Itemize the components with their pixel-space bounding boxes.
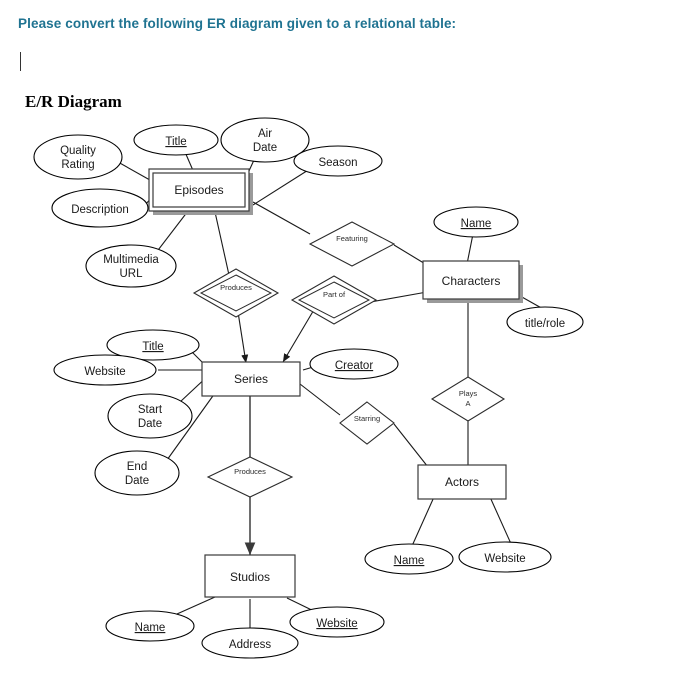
edge-starring-actors [393,423,429,468]
entity-characters: Characters [422,260,523,303]
relationship-label: Featuring [336,234,368,243]
attribute-label: Start [138,404,163,416]
relationship-label: Produces [234,467,266,476]
attribute-creator: Creator [309,348,399,380]
attribute-season: Season [293,145,383,177]
attribute-quality-rating: Quality Rating [33,134,123,180]
attribute-label: Description [71,204,129,216]
relationship-featuring: Featuring [308,221,396,267]
edge-episodes-season [252,166,314,206]
relationship-label: A [465,399,470,408]
entity-series: Series [201,361,301,397]
edge-produces-series [237,311,249,364]
attribute-air-date: Air Date [220,117,310,163]
relationship-produces-upper: Produces [192,268,280,318]
attribute-label: Name [461,218,492,230]
attribute-studios-name: Name [105,610,195,642]
attribute-title-role: title/role [506,306,584,338]
text-caret [20,52,21,71]
attribute-series-website: Website [53,354,157,386]
edge-featuring-characters [393,244,428,266]
edge-episodes-featuring [252,201,311,235]
attribute-label: Name [135,622,166,634]
entity-label: Characters [442,274,501,288]
edge-actors-website [489,496,513,547]
attribute-label: Multimedia [103,254,159,266]
relationship-plays-a: Plays A [430,376,506,422]
entity-label: Actors [445,475,479,489]
attribute-start-date: Start Date [107,393,193,439]
er-diagram-canvas: Quality Rating Title Air Date Season Des… [33,117,584,659]
attribute-label: Date [125,475,149,487]
relationship-part-of: Part of [290,275,378,325]
edge-actors-name [411,496,435,547]
attribute-label: Website [84,366,125,378]
edge-characters-name [466,233,474,265]
prompt-text: Please convert the following ER diagram … [18,16,457,31]
attribute-label: Website [316,618,357,630]
page-title: E/R Diagram [25,92,122,111]
attribute-label: Title [142,341,163,353]
entity-actors: Actors [417,464,507,500]
attribute-label: Address [229,639,271,651]
attribute-studios-address: Address [201,627,299,659]
attribute-label: title/role [525,318,565,330]
entity-studios: Studios [204,554,296,598]
relationship-starring: Starring [339,401,395,445]
entity-label: Studios [230,570,270,584]
attribute-label: Quality [60,145,96,157]
attribute-label: Date [138,418,162,430]
attribute-episodes-title: Title [133,124,219,156]
attribute-characters-name: Name [433,206,519,238]
edge-series-starring [299,383,341,416]
attribute-label: Season [318,157,357,169]
attribute-label: URL [119,268,143,280]
relationship-label: Plays [459,389,478,398]
attribute-label: Rating [61,159,94,171]
attribute-label: Air [258,128,272,140]
attribute-label: Website [484,553,525,565]
entity-label: Episodes [174,183,223,197]
attribute-label: End [127,461,147,473]
entity-episodes: Episodes [148,168,253,215]
relationship-label: Starring [354,414,380,423]
attribute-label: Title [165,136,186,148]
attribute-studios-website: Website [289,606,385,638]
attribute-end-date: End Date [94,450,180,496]
relationship-produces-lower: Produces [206,456,294,498]
edge-partof-series [282,307,316,363]
relationship-label: Produces [220,283,252,292]
attribute-label: Creator [335,360,374,372]
entity-label: Series [234,372,268,386]
relationship-label: Part of [323,290,346,299]
edge-episodes-produces [214,211,230,276]
attribute-actors-website: Website [458,541,552,573]
attribute-label: Name [394,555,425,567]
attribute-description: Description [51,188,149,228]
attribute-actors-name: Name [364,543,454,575]
attribute-multimedia-url: Multimedia URL [85,244,177,288]
attribute-label: Date [253,142,277,154]
